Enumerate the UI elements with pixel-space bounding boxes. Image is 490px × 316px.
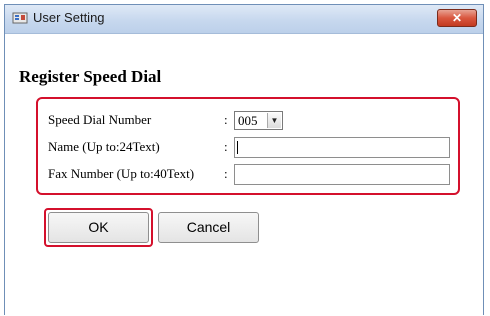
colon-separator: : [224,112,228,127]
ok-button[interactable]: OK [48,212,149,243]
user-setting-icon [12,12,28,24]
speed-dial-form-group: Speed Dial Number : 005 ▼ Name (Up to:24… [36,97,460,195]
close-button[interactable]: ✕ [437,9,477,27]
dialog-content: Register Speed Dial Speed Dial Number : … [5,34,483,316]
close-icon: ✕ [451,11,463,25]
speed-dial-number-value: 005 [238,113,258,128]
dialog-heading: Register Speed Dial [19,67,162,86]
chevron-down-icon[interactable]: ▼ [267,113,281,128]
speed-dial-number-select[interactable]: 005 ▼ [234,111,283,130]
name-label: Name (Up to:24Text) [48,139,160,154]
title-bar[interactable]: User Setting ✕ [5,5,483,34]
fax-number-label: Fax Number (Up to:40Text) [48,166,195,181]
text-caret [237,141,238,154]
user-setting-window: User Setting ✕ Register Speed Dial Speed… [4,4,484,316]
fax-number-field[interactable] [234,164,450,185]
colon-separator: : [224,139,228,154]
speed-dial-number-label: Speed Dial Number [48,112,152,127]
name-field[interactable] [234,137,450,158]
colon-separator: : [224,166,228,181]
window-title: User Setting [33,10,105,25]
cancel-button[interactable]: Cancel [158,212,259,243]
